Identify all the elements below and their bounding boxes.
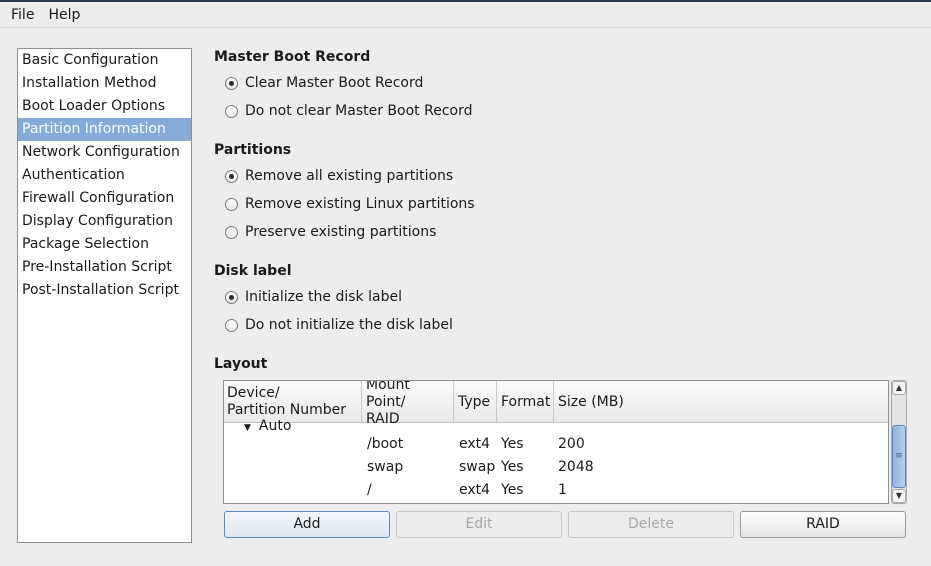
disklabel-initialize-label[interactable]: Initialize the disk label	[245, 289, 402, 305]
layout-section-title: Layout	[214, 356, 268, 372]
edit-button[interactable]: Edit	[396, 511, 562, 538]
cell-mount: swap	[367, 459, 404, 475]
partitions-section-title: Partitions	[214, 142, 292, 158]
cell-size: 2048	[558, 459, 594, 475]
scroll-thumb[interactable]: ≡	[892, 425, 906, 488]
partition-layout-table[interactable]: Device/ Partition Number Mount Point/ RA…	[223, 380, 889, 504]
column-type-label: Type	[458, 393, 491, 410]
cell-size: 1	[558, 482, 567, 498]
radio-checked-icon[interactable]	[225, 169, 238, 183]
disklabel-initialize-option[interactable]: Initialize the disk label	[225, 287, 402, 307]
sidebar-item-package-selection[interactable]: Package Selection	[18, 233, 191, 256]
table-row[interactable]: swap swap Yes 2048	[224, 456, 888, 479]
radio-unchecked-icon[interactable]	[225, 318, 238, 332]
column-format[interactable]: Format	[498, 381, 554, 423]
radio-unchecked-icon[interactable]	[225, 104, 238, 118]
raid-button[interactable]: RAID	[740, 511, 906, 538]
cell-format: Yes	[501, 436, 524, 452]
add-button[interactable]: Add	[224, 511, 390, 538]
column-mount-point[interactable]: Mount Point/ RAID	[363, 380, 454, 427]
delete-button[interactable]: Delete	[568, 511, 734, 538]
cell-mount: /boot	[367, 436, 404, 452]
scroll-up-icon[interactable]: ▲	[892, 381, 906, 395]
mbr-no-clear-label[interactable]: Do not clear Master Boot Record	[245, 103, 472, 119]
table-row[interactable]: / ext4 Yes 1	[224, 479, 888, 502]
column-type[interactable]: Type	[455, 381, 497, 423]
sidebar-item-partition-information[interactable]: Partition Information	[18, 118, 191, 141]
radio-checked-icon[interactable]	[225, 290, 238, 304]
partitions-remove-all-label[interactable]: Remove all existing partitions	[245, 168, 453, 184]
sidebar-item-firewall-configuration[interactable]: Firewall Configuration	[18, 187, 191, 210]
cell-size: 200	[558, 436, 585, 452]
radio-checked-icon[interactable]	[225, 76, 238, 90]
sidebar-item-boot-loader-options[interactable]: Boot Loader Options	[18, 95, 191, 118]
cell-format: Yes	[501, 482, 524, 498]
sidebar-category-list[interactable]: Basic Configuration Installation Method …	[17, 48, 192, 543]
radio-unchecked-icon[interactable]	[225, 225, 238, 239]
table-row[interactable]: /boot ext4 Yes 200	[224, 433, 888, 456]
tree-expander-icon[interactable]: ▼	[244, 423, 251, 433]
mbr-section-title: Master Boot Record	[214, 49, 371, 65]
tree-node-auto[interactable]: ▼ Auto	[244, 418, 291, 434]
column-format-label: Format	[501, 393, 551, 410]
sidebar-item-basic-configuration[interactable]: Basic Configuration	[18, 49, 191, 72]
column-mount-line1: Mount Point/	[366, 380, 410, 410]
radio-unchecked-icon[interactable]	[225, 197, 238, 211]
disklabel-no-initialize-option[interactable]: Do not initialize the disk label	[225, 315, 453, 335]
mbr-clear-option[interactable]: Clear Master Boot Record	[225, 73, 423, 93]
sidebar-item-post-installation-script[interactable]: Post-Installation Script	[18, 279, 191, 302]
sidebar-item-display-configuration[interactable]: Display Configuration	[18, 210, 191, 233]
partitions-remove-linux-label[interactable]: Remove existing Linux partitions	[245, 196, 475, 212]
column-device-line2: Partition Number	[227, 402, 347, 418]
partitions-preserve-option[interactable]: Preserve existing partitions	[225, 222, 436, 242]
sidebar-item-network-configuration[interactable]: Network Configuration	[18, 141, 191, 164]
sidebar-item-pre-installation-script[interactable]: Pre-Installation Script	[18, 256, 191, 279]
scroll-down-icon[interactable]: ▼	[892, 489, 906, 503]
mbr-no-clear-option[interactable]: Do not clear Master Boot Record	[225, 101, 472, 121]
cell-format: Yes	[501, 459, 524, 475]
partitions-remove-linux-option[interactable]: Remove existing Linux partitions	[225, 194, 475, 214]
cell-type: ext4	[459, 482, 491, 498]
cell-type: ext4	[459, 436, 491, 452]
cell-type: swap	[459, 459, 496, 475]
partitions-preserve-label[interactable]: Preserve existing partitions	[245, 224, 436, 240]
table-vertical-scrollbar[interactable]: ▲ ≡ ▼	[891, 380, 907, 504]
mbr-clear-label[interactable]: Clear Master Boot Record	[245, 75, 423, 91]
menubar: File Help	[0, 2, 931, 28]
menu-file[interactable]: File	[4, 4, 41, 26]
column-device-line1: Device/	[227, 385, 280, 401]
partitions-remove-all-option[interactable]: Remove all existing partitions	[225, 166, 453, 186]
column-mount-line2: RAID	[366, 410, 400, 427]
sidebar-item-installation-method[interactable]: Installation Method	[18, 72, 191, 95]
menu-help[interactable]: Help	[41, 4, 87, 26]
cell-mount: /	[367, 482, 372, 498]
column-size[interactable]: Size (MB)	[555, 381, 888, 423]
disklabel-no-initialize-label[interactable]: Do not initialize the disk label	[245, 317, 453, 333]
column-device[interactable]: Device/ Partition Number	[224, 381, 362, 423]
table-header: Device/ Partition Number Mount Point/ RA…	[224, 380, 888, 427]
column-size-label: Size (MB)	[558, 393, 624, 410]
disklabel-section-title: Disk label	[214, 263, 292, 279]
sidebar-item-authentication[interactable]: Authentication	[18, 164, 191, 187]
tree-node-auto-label: Auto	[258, 418, 292, 434]
